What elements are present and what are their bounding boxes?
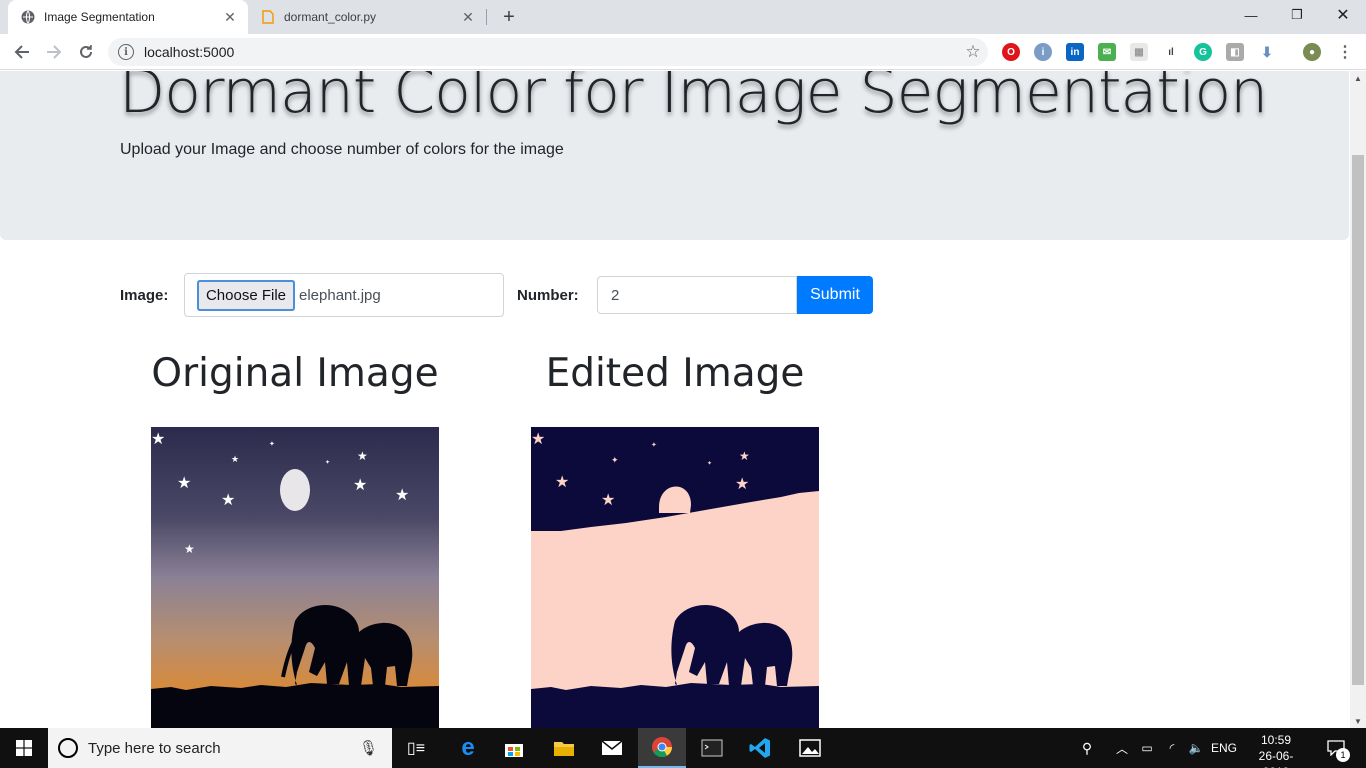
grammarly-icon[interactable]: G (1194, 43, 1212, 61)
notifications-icon[interactable]: 1 (1316, 728, 1356, 768)
clock-date: 26-06-2019 (1258, 749, 1294, 768)
cortana-icon (58, 738, 78, 758)
tab-dormant-color[interactable]: dormant_color.py ✕ (250, 0, 486, 34)
battery-icon[interactable]: ▭ (1136, 728, 1158, 768)
taskbar-search[interactable]: Type here to search 🎙 (48, 728, 392, 768)
svg-text:✦: ✦ (651, 441, 657, 449)
page-title: Dormant Color for Image Segmentation (119, 71, 1268, 127)
chart-extension-icon[interactable]: ıl (1162, 43, 1180, 61)
restore-button[interactable]: ❐ (1274, 0, 1320, 30)
url-text: localhost:5000 (144, 44, 235, 60)
vscode-icon[interactable] (738, 728, 782, 768)
terminal-icon[interactable] (690, 728, 734, 768)
bookmark-star-icon[interactable]: ☆ (958, 42, 988, 62)
volume-icon[interactable]: 🔈 (1184, 728, 1208, 768)
page-lead: Upload your Image and choose number of c… (120, 141, 564, 158)
file-input[interactable]: Choose File elephant.jpg (184, 273, 504, 317)
people-icon[interactable]: ⚲ (1072, 728, 1102, 768)
svg-text:✦: ✦ (707, 460, 712, 467)
taskbar: Type here to search 🎙 ▯≡ e ⚲ ︿ ▭ ◜ 🔈 ENG… (0, 728, 1366, 768)
svg-text:★: ★ (231, 455, 239, 465)
new-tab-button[interactable]: + (497, 5, 521, 29)
store-icon[interactable] (492, 728, 536, 768)
forward-arrow-icon[interactable] (40, 38, 68, 66)
original-image-heading: Original Image (151, 351, 439, 396)
chrome-taskbar-icon[interactable] (638, 728, 686, 768)
file-explorer-icon[interactable] (542, 728, 586, 768)
download-extension-icon[interactable]: ⬇ (1258, 43, 1276, 61)
svg-text:★: ★ (357, 449, 368, 463)
windows-start-icon[interactable] (0, 728, 48, 768)
extension-icon[interactable]: i (1034, 43, 1052, 61)
extension-icon[interactable]: ▦ (1130, 43, 1148, 61)
edited-image: ★ ★ ★ ★ ★ ✦ ✦ ✦ (531, 427, 819, 728)
language-indicator[interactable]: ENG (1208, 728, 1240, 768)
notification-badge: 1 (1336, 748, 1350, 762)
menu-icon[interactable]: ⋮ (1336, 43, 1354, 61)
original-image: ★ ★ ★ ★ ★ ★ ★ ★ ✦ ✦ (151, 427, 439, 728)
wifi-icon[interactable]: ◜ (1160, 728, 1184, 768)
svg-text:★: ★ (177, 473, 191, 492)
svg-text:★: ★ (601, 490, 615, 509)
svg-text:✦: ✦ (269, 440, 275, 448)
back-arrow-icon[interactable] (8, 38, 36, 66)
svg-text:★: ★ (221, 490, 235, 509)
profile-avatar[interactable]: ● (1303, 43, 1321, 61)
number-label: Number: (517, 287, 579, 304)
submit-button[interactable]: Submit (797, 276, 873, 314)
page-scrollbar[interactable]: ▲ ▼ (1350, 71, 1366, 728)
reload-icon[interactable] (72, 38, 100, 66)
clock-time: 10:59 (1260, 733, 1292, 747)
clock[interactable]: 10:59 26-06-2019 (1246, 732, 1306, 768)
linkedin-extension-icon[interactable]: in (1066, 43, 1084, 61)
svg-text:★: ★ (555, 472, 569, 491)
file-name: elephant.jpg (299, 287, 381, 304)
tab-title: Image Segmentation (44, 10, 155, 24)
svg-text:★: ★ (735, 474, 749, 493)
image-label: Image: (120, 287, 169, 304)
tab-strip: Image Segmentation ✕ dormant_color.py ✕ … (0, 0, 1366, 34)
edited-image-heading: Edited Image (545, 351, 805, 396)
close-tab-icon[interactable]: ✕ (220, 7, 240, 27)
tab-title: dormant_color.py (284, 10, 377, 24)
chevron-up-icon[interactable]: ︿ (1112, 728, 1132, 768)
svg-text:★: ★ (151, 429, 165, 448)
choose-file-button[interactable]: Choose File (197, 280, 295, 311)
globe-icon (20, 9, 36, 25)
tab-divider (486, 9, 487, 25)
mail-icon[interactable] (590, 728, 634, 768)
address-bar[interactable]: i localhost:5000 ☆ (108, 38, 988, 66)
minimize-button[interactable]: — (1228, 0, 1274, 30)
extension-icon[interactable]: ✉ (1098, 43, 1116, 61)
scroll-thumb[interactable] (1352, 155, 1364, 685)
opera-extension-icon[interactable]: O (1002, 43, 1020, 61)
photos-icon[interactable] (788, 728, 832, 768)
microphone-icon[interactable]: 🎙 (359, 739, 378, 757)
edge-icon[interactable]: e (446, 728, 490, 768)
file-icon (260, 9, 276, 25)
svg-text:★: ★ (353, 475, 367, 494)
scroll-up-arrow-icon[interactable]: ▲ (1350, 71, 1366, 85)
info-icon[interactable]: i (118, 44, 134, 60)
scroll-down-arrow-icon[interactable]: ▼ (1350, 714, 1366, 728)
svg-text:★: ★ (531, 429, 545, 448)
search-placeholder: Type here to search (88, 739, 221, 757)
svg-text:✦: ✦ (325, 459, 330, 466)
svg-text:★: ★ (739, 449, 750, 463)
close-tab-icon[interactable]: ✕ (458, 7, 478, 27)
task-view-icon[interactable]: ▯≡ (396, 728, 436, 768)
number-input[interactable]: 2 (597, 276, 797, 314)
tab-image-segmentation[interactable]: Image Segmentation ✕ (8, 0, 248, 34)
svg-text:★: ★ (184, 542, 195, 556)
page-viewport: Dormant Color for Image Segmentation Upl… (0, 71, 1350, 728)
svg-text:★: ★ (395, 485, 409, 504)
close-window-button[interactable]: ✕ (1320, 0, 1366, 30)
svg-text:✦: ✦ (611, 456, 619, 466)
extension-icon[interactable]: ◧ (1226, 43, 1244, 61)
